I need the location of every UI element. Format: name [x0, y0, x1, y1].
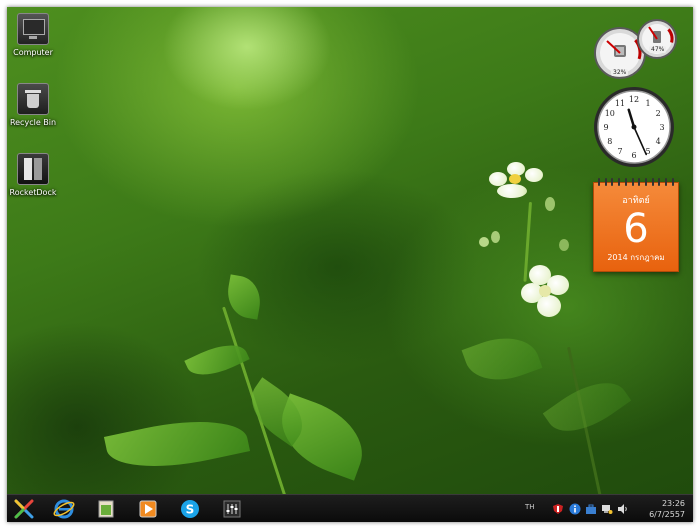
desktop-icon-recycle-bin[interactable]: Recycle Bin: [7, 83, 63, 127]
tray-briefcase[interactable]: [585, 500, 597, 514]
tray-volume[interactable]: [617, 500, 629, 514]
computer-icon: [17, 13, 49, 45]
language-indicator[interactable]: TH: [525, 503, 535, 511]
tray-security[interactable]: [552, 500, 564, 514]
taskbar-mixer[interactable]: [220, 497, 244, 521]
start-button[interactable]: [12, 497, 36, 521]
clock-numeral: 10: [605, 109, 615, 118]
shield-icon: [553, 504, 563, 514]
taskbar-skype[interactable]: S: [178, 497, 202, 521]
clock-numeral: 3: [659, 123, 664, 132]
desktop-icon-label: RocketDock: [9, 188, 57, 197]
calendar-year-month: 2014 กรกฎาคม: [607, 253, 665, 262]
rocketdock-icon: [17, 153, 49, 185]
info-icon: [569, 503, 581, 515]
taskbar-internet-explorer[interactable]: [52, 497, 76, 521]
svg-text:S: S: [186, 503, 195, 517]
network-icon: [602, 505, 613, 514]
internet-explorer-icon: [53, 499, 75, 519]
clock-gadget[interactable]: 12 1 2 3 4 5 6 7 8 9 10 11: [592, 85, 676, 169]
taskbar-file-explorer[interactable]: [94, 497, 118, 521]
desktop-icon-label: Recycle Bin: [9, 118, 57, 127]
clock-numeral: 6: [631, 151, 636, 160]
calendar-day: 6: [623, 206, 649, 252]
recycle-bin-icon: [17, 83, 49, 115]
desktop-icon-label: Computer: [13, 48, 53, 57]
cpu-percent: 32%: [611, 69, 629, 76]
system-meter-gadget[interactable]: 32% 47%: [593, 15, 679, 79]
clock-numeral: 9: [603, 123, 608, 132]
speaker-icon: [618, 504, 627, 514]
mixer-icon: [223, 500, 241, 518]
taskbar: S TH 23:26 6/7/2557: [7, 494, 693, 522]
clock-numeral: 12: [629, 95, 639, 104]
skype-icon: S: [181, 500, 199, 518]
clock-numeral: 11: [615, 99, 625, 108]
desktop[interactable]: Computer Recycle Bin RocketDock 32% 47%: [7, 7, 693, 522]
clock-numeral: 8: [607, 137, 612, 146]
memory-percent: 47%: [649, 46, 667, 53]
clock-numeral: 4: [656, 137, 661, 146]
briefcase-icon: [586, 504, 596, 514]
taskbar-media-player[interactable]: [136, 497, 160, 521]
clock-numeral: 2: [656, 109, 661, 118]
taskbar-clock[interactable]: 23:26 6/7/2557: [649, 498, 685, 520]
clock-numeral: 1: [645, 99, 650, 108]
start-icon: [14, 499, 34, 519]
taskbar-date: 6/7/2557: [649, 510, 685, 519]
meter-dials: [594, 19, 677, 79]
tray-network[interactable]: [601, 500, 613, 514]
media-player-icon: [139, 500, 157, 518]
calendar-weekday: อาทิตย์: [622, 196, 650, 206]
taskbar-time: 23:26: [661, 499, 685, 508]
clock-numeral: 7: [617, 147, 622, 156]
file-explorer-icon: [98, 500, 114, 518]
desktop-icon-rocketdock[interactable]: RocketDock: [7, 153, 63, 197]
desktop-icon-computer[interactable]: Computer: [7, 13, 63, 57]
calendar-gadget[interactable]: อาทิตย์ 6 2014 กรกฎาคม: [593, 178, 679, 272]
analog-clock-face: 12 1234567891011: [594, 87, 674, 167]
tray-info[interactable]: [569, 500, 581, 515]
